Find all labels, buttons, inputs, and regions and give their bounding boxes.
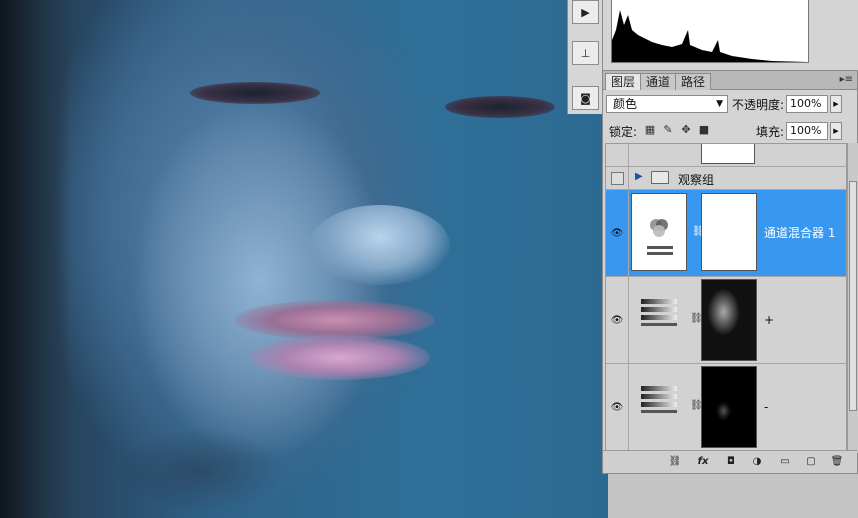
link-layers-icon[interactable]: ⛓ — [667, 454, 683, 470]
visibility-toggle[interactable]: 👁 — [606, 277, 629, 363]
layer-mask-thumbnail[interactable] — [701, 279, 757, 361]
levels-adjustment-icon — [641, 386, 677, 422]
fill-input[interactable]: 100% — [786, 122, 828, 140]
new-group-icon[interactable]: ▭ — [777, 454, 793, 470]
lock-brush-icon[interactable]: ✎ — [662, 124, 674, 136]
tab-layers[interactable]: 图层 — [605, 73, 642, 90]
layer-mask-thumbnail[interactable] — [701, 193, 757, 271]
play-icon[interactable]: ▶ — [572, 0, 599, 24]
lock-move-icon[interactable]: ✥ — [680, 124, 692, 136]
layer-name[interactable]: - — [764, 400, 768, 414]
layer-style-icon[interactable]: fx — [695, 454, 711, 470]
tab-paths[interactable]: 路径 — [675, 73, 712, 90]
tab-channels[interactable]: 通道 — [640, 73, 677, 90]
panel-tabs: 图层 通道 路径 ▸≡ — [603, 71, 857, 90]
lock-label: 锁定: — [609, 125, 638, 139]
layer-mask-thumbnail[interactable] — [701, 366, 757, 448]
folder-icon — [651, 171, 669, 184]
expand-triangle-icon[interactable]: ▶ — [635, 171, 643, 182]
layers-panel: 图层 通道 路径 ▸≡ 颜色 ▼ 不透明度: 100% ▶ 锁定: ▦ ✎ ✥ … — [602, 70, 858, 474]
layer-thumbnail — [701, 144, 755, 164]
chevron-down-icon: ▼ — [716, 99, 723, 109]
opacity-arrow-button[interactable]: ▶ — [830, 95, 842, 113]
lock-all-icon[interactable]: ■ — [698, 124, 710, 136]
levels-adjustment-icon — [641, 299, 677, 335]
lock-icons: ▦ ✎ ✥ ■ — [644, 122, 710, 138]
upper-lip — [235, 300, 435, 340]
trash-icon[interactable]: 🗑 — [829, 454, 845, 470]
layer-row-selected[interactable]: 👁 ⛓ 通道混合器 1 — [606, 190, 846, 277]
side-tool-strip: ▶ ⊥ ◙ — [567, 0, 603, 114]
visibility-toggle[interactable] — [606, 167, 629, 189]
channel-mixer-icon — [650, 219, 668, 237]
layer-row-group[interactable]: ▶ 观察组 — [606, 167, 846, 190]
snapshot-icon[interactable]: ◙ — [572, 86, 599, 110]
layer-row[interactable]: 👁 ⛓ - — [606, 364, 846, 451]
adjustment-thumbnail — [631, 193, 687, 271]
left-eye — [190, 82, 320, 104]
lock-transparent-icon[interactable]: ▦ — [644, 124, 656, 136]
histogram-panel — [602, 0, 858, 70]
visibility-toggle[interactable]: 👁 — [606, 364, 629, 450]
layers-scrollbar[interactable] — [847, 143, 858, 453]
clone-source-icon[interactable]: ⊥ — [572, 41, 599, 65]
nose-highlight — [310, 205, 450, 285]
layer-row[interactable]: 👁 ⛓ + — [606, 277, 846, 364]
right-eye — [445, 96, 555, 118]
blend-mode-value: 颜色 — [613, 97, 638, 111]
opacity-input[interactable]: 100% — [786, 95, 828, 113]
adjustment-layer-icon[interactable]: ◑ — [749, 454, 765, 470]
photo-canvas[interactable] — [0, 0, 608, 518]
layer-name[interactable]: 观察组 — [678, 171, 714, 188]
layer-name[interactable]: 通道混合器 1 — [764, 224, 835, 241]
panel-menu-icon[interactable]: ▸≡ — [840, 74, 853, 85]
fill-arrow-button[interactable]: ▶ — [830, 122, 842, 140]
layers-list: ▶ 观察组 👁 ⛓ 通道混合器 1 👁 ⛓ + 👁 ⛓ - — [605, 143, 847, 455]
visibility-toggle[interactable]: 👁 — [606, 190, 629, 276]
slider-bar — [647, 246, 673, 249]
add-mask-icon[interactable]: ◘ — [723, 454, 739, 470]
layer-row[interactable] — [606, 144, 846, 167]
histogram-graph — [611, 0, 809, 63]
blend-mode-select[interactable]: 颜色 ▼ — [606, 95, 728, 113]
hair-shadow — [0, 0, 70, 518]
opacity-label: 不透明度: — [732, 98, 785, 112]
lower-lip — [250, 335, 430, 380]
scrollbar-thumb[interactable] — [849, 181, 857, 411]
fill-label: 填充: — [756, 125, 785, 139]
histogram-svg — [612, 10, 808, 62]
slider-bar — [647, 252, 673, 255]
new-layer-icon[interactable]: ▢ — [803, 454, 819, 470]
layers-bottom-toolbar: ⛓ fx ◘ ◑ ▭ ▢ 🗑 — [603, 450, 857, 473]
visibility-toggle[interactable] — [606, 144, 629, 166]
layer-name[interactable]: + — [764, 313, 774, 327]
